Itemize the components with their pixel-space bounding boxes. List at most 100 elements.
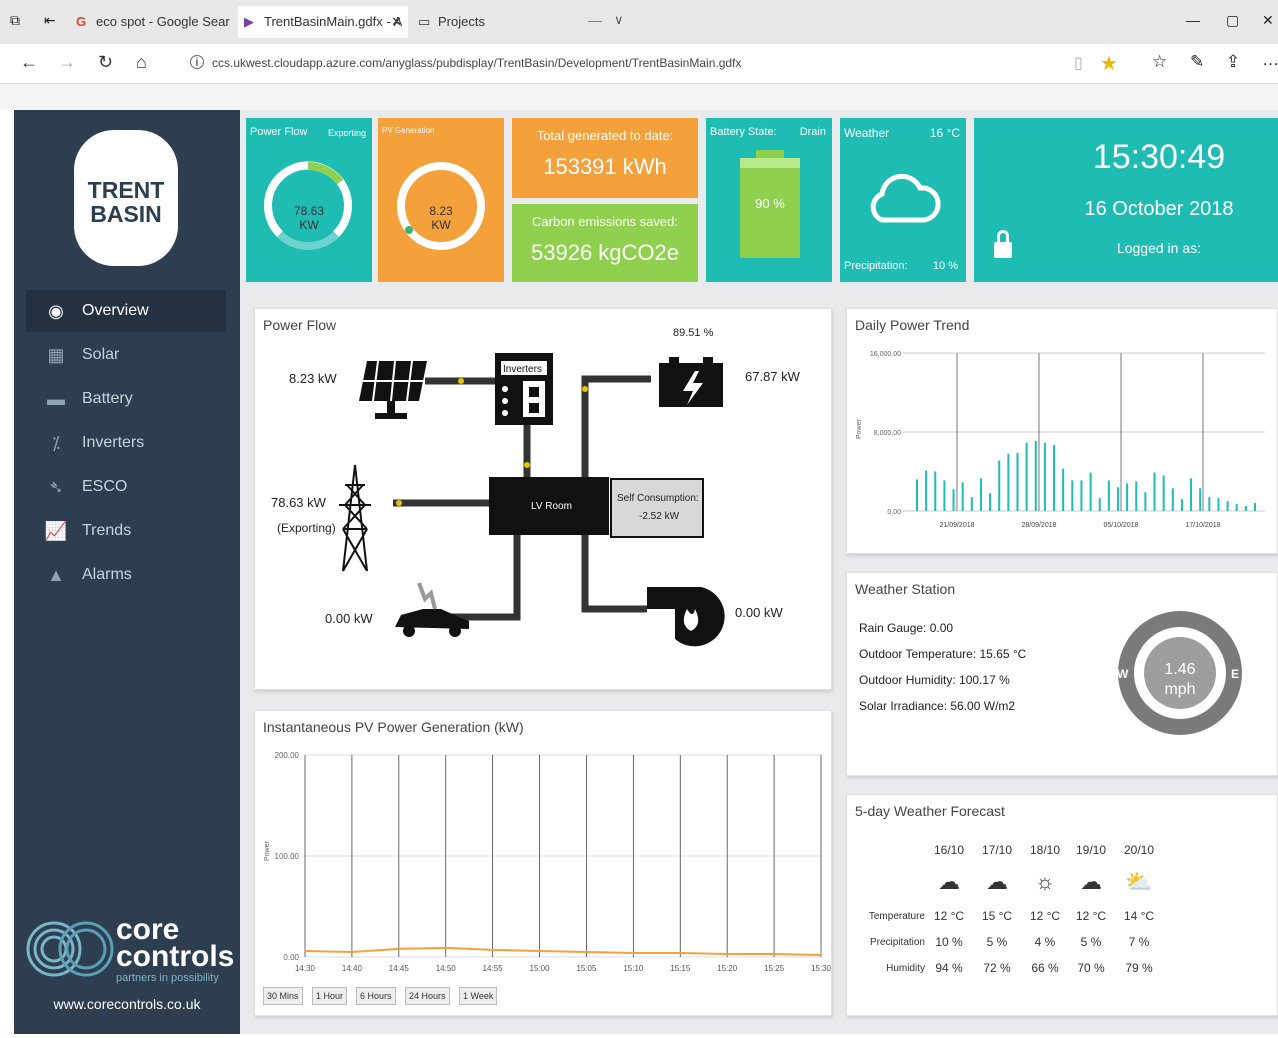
nav-label: Trends xyxy=(82,522,132,539)
trend-bar xyxy=(1025,442,1028,511)
x-tick-label: 15:05 xyxy=(576,964,597,973)
range-button[interactable]: 6 Hours xyxy=(356,987,396,1005)
trend-bar xyxy=(925,470,928,511)
battery-fill xyxy=(740,168,800,258)
nav-trends[interactable]: 📈 Trends xyxy=(26,510,226,552)
browser-chrome: ⧉ ⇤ G eco spot - Google Search ▶ TrentBa… xyxy=(0,0,1278,110)
cloud-icon: ☁ xyxy=(986,869,1008,894)
pen-icon[interactable]: ✎ xyxy=(1190,52,1204,72)
y-tick-label: 100.00 xyxy=(275,852,300,861)
page-icon: ▶ xyxy=(244,14,254,29)
brand-line-1: core xyxy=(116,913,180,946)
tile-power-flow[interactable]: Power Flow Exporting 78.63 KW xyxy=(246,118,372,282)
wind-speed-unit: mph xyxy=(1164,681,1196,698)
heat-pump-icon xyxy=(647,587,725,647)
minimize-icon[interactable]: — xyxy=(1186,12,1200,28)
forward-icon[interactable]: → xyxy=(58,52,76,73)
sun-icon: ☼ xyxy=(1034,869,1056,894)
tile-total-generated[interactable]: Total generated to date: 153391 kWh xyxy=(512,118,698,198)
pv-data-point xyxy=(585,951,588,953)
refresh-icon[interactable]: ↻ xyxy=(98,52,113,73)
brand-tagline: partners in possibility xyxy=(116,972,219,984)
page-top-strip xyxy=(0,84,1278,110)
trend-bar xyxy=(1107,480,1110,511)
total-value: 153391 kWh xyxy=(543,154,667,179)
forecast-precipitation: 5 % xyxy=(1080,935,1102,949)
forecast-day: 18/10 xyxy=(1029,843,1061,857)
logo-text: TRENT BASIN xyxy=(74,178,178,226)
lock-icon[interactable] xyxy=(994,230,1012,260)
tab-projects[interactable]: ▭ Projects xyxy=(412,6,572,38)
nav-overview[interactable]: ◉ Overview xyxy=(26,290,226,332)
carbon-value: 53926 kgCO2e xyxy=(531,240,679,265)
grid-kw-label: 78.63 kW xyxy=(271,495,326,510)
tile-carbon-saved[interactable]: Carbon emissions saved: 53926 kgCO2e xyxy=(512,204,698,282)
tab-trentbasin[interactable]: ▶ TrentBasinMain.gdfx - A ✕ xyxy=(238,6,408,38)
range-button[interactable]: 1 Hour xyxy=(312,987,348,1005)
more-icon[interactable]: … xyxy=(1262,50,1278,70)
tab-google[interactable]: G eco spot - Google Search xyxy=(70,6,230,38)
set-aside-icon[interactable]: ⇤ xyxy=(44,12,56,29)
tile-status: Drain xyxy=(799,126,826,138)
share-icon[interactable]: ⇪ xyxy=(1226,52,1240,72)
tab-actions-icon[interactable]: ⧉ xyxy=(10,12,20,29)
star-icon[interactable]: ★ xyxy=(1100,51,1118,76)
reading-view-icon[interactable]: ▯ xyxy=(1074,53,1083,73)
window-icon: ▭ xyxy=(418,14,431,29)
range-button[interactable]: 1 Week xyxy=(459,987,498,1005)
total-label: Total generated to date: xyxy=(536,128,674,143)
forecast-day: 16/10 xyxy=(933,843,965,857)
footer-url[interactable]: www.corecontrols.co.uk xyxy=(14,996,240,1012)
car-kw-label: 0.00 kW xyxy=(325,611,373,626)
gauge-value: 78.63 xyxy=(293,204,325,218)
trend-bar xyxy=(1135,481,1138,511)
new-tab-icon[interactable]: — xyxy=(588,12,602,28)
x-tick-label: 15:30 xyxy=(811,964,832,973)
close-window-icon[interactable]: ✕ xyxy=(1262,12,1274,29)
heat-kw-label: 0.00 kW xyxy=(735,605,783,620)
pv-data-point xyxy=(304,950,306,952)
tile-status: Exporting xyxy=(327,128,366,138)
trend-bar xyxy=(1144,492,1147,511)
close-icon[interactable]: ✕ xyxy=(391,6,402,38)
range-button[interactable]: 30 Mins xyxy=(263,987,303,1005)
url-field[interactable]: ccs.ukwest.cloudapp.azure.com/anyglass/p… xyxy=(212,56,741,70)
forecast-day: 20/10 xyxy=(1123,843,1155,857)
tile-pv-generation[interactable]: PV Generation 8.23 KW xyxy=(378,118,504,282)
forecast-row-label: Temperature xyxy=(868,911,925,922)
tab-label: TrentBasinMain.gdfx - A xyxy=(264,14,403,29)
nav-esco[interactable]: ➴ ESCO xyxy=(26,466,226,508)
nav-solar[interactable]: ▦ Solar xyxy=(26,334,226,376)
info-icon[interactable]: i xyxy=(190,55,204,69)
home-icon[interactable]: ⌂ xyxy=(136,52,147,73)
favorites-icon[interactable]: ☆ xyxy=(1152,52,1167,72)
lock-body xyxy=(994,242,1012,258)
lv-room-label: LV Room xyxy=(531,501,572,512)
tile-title: PV Generation xyxy=(382,126,435,135)
nav-alarms[interactable]: ▲ Alarms xyxy=(26,554,226,596)
trend-bar xyxy=(1071,480,1074,511)
restore-icon[interactable]: ▢ xyxy=(1226,12,1239,29)
tile-battery-state[interactable]: Battery State: Drain 90 % xyxy=(706,118,832,282)
trend-bar xyxy=(1208,497,1211,511)
nav-inverters[interactable]: ⁒ Inverters xyxy=(26,422,226,464)
chevron-down-icon[interactable]: ∨ xyxy=(614,12,624,28)
pv-kw-label: 8.23 kW xyxy=(289,371,337,386)
trend-bar xyxy=(1126,483,1129,511)
trend-bar xyxy=(943,480,946,511)
battery-gauge-icon: 90 % xyxy=(740,150,800,258)
compass-west: W xyxy=(1117,667,1129,681)
trend-bar xyxy=(916,479,918,511)
brand-line-2: controls xyxy=(116,940,235,973)
trend-bar xyxy=(1226,501,1229,511)
range-button[interactable]: 24 Hours xyxy=(405,987,450,1005)
trend-bar xyxy=(1171,488,1174,511)
logo-line-2: BASIN xyxy=(90,201,162,227)
tile-title: Battery State: xyxy=(710,126,777,138)
trend-bar xyxy=(1007,453,1010,511)
back-icon[interactable]: ← xyxy=(20,52,38,73)
trend-bar xyxy=(961,482,964,511)
tile-weather[interactable]: Weather 16 °C Precipitation: 10 % xyxy=(840,118,966,282)
nav-battery[interactable]: ▬ Battery xyxy=(26,378,226,420)
trend-bar xyxy=(979,478,982,511)
